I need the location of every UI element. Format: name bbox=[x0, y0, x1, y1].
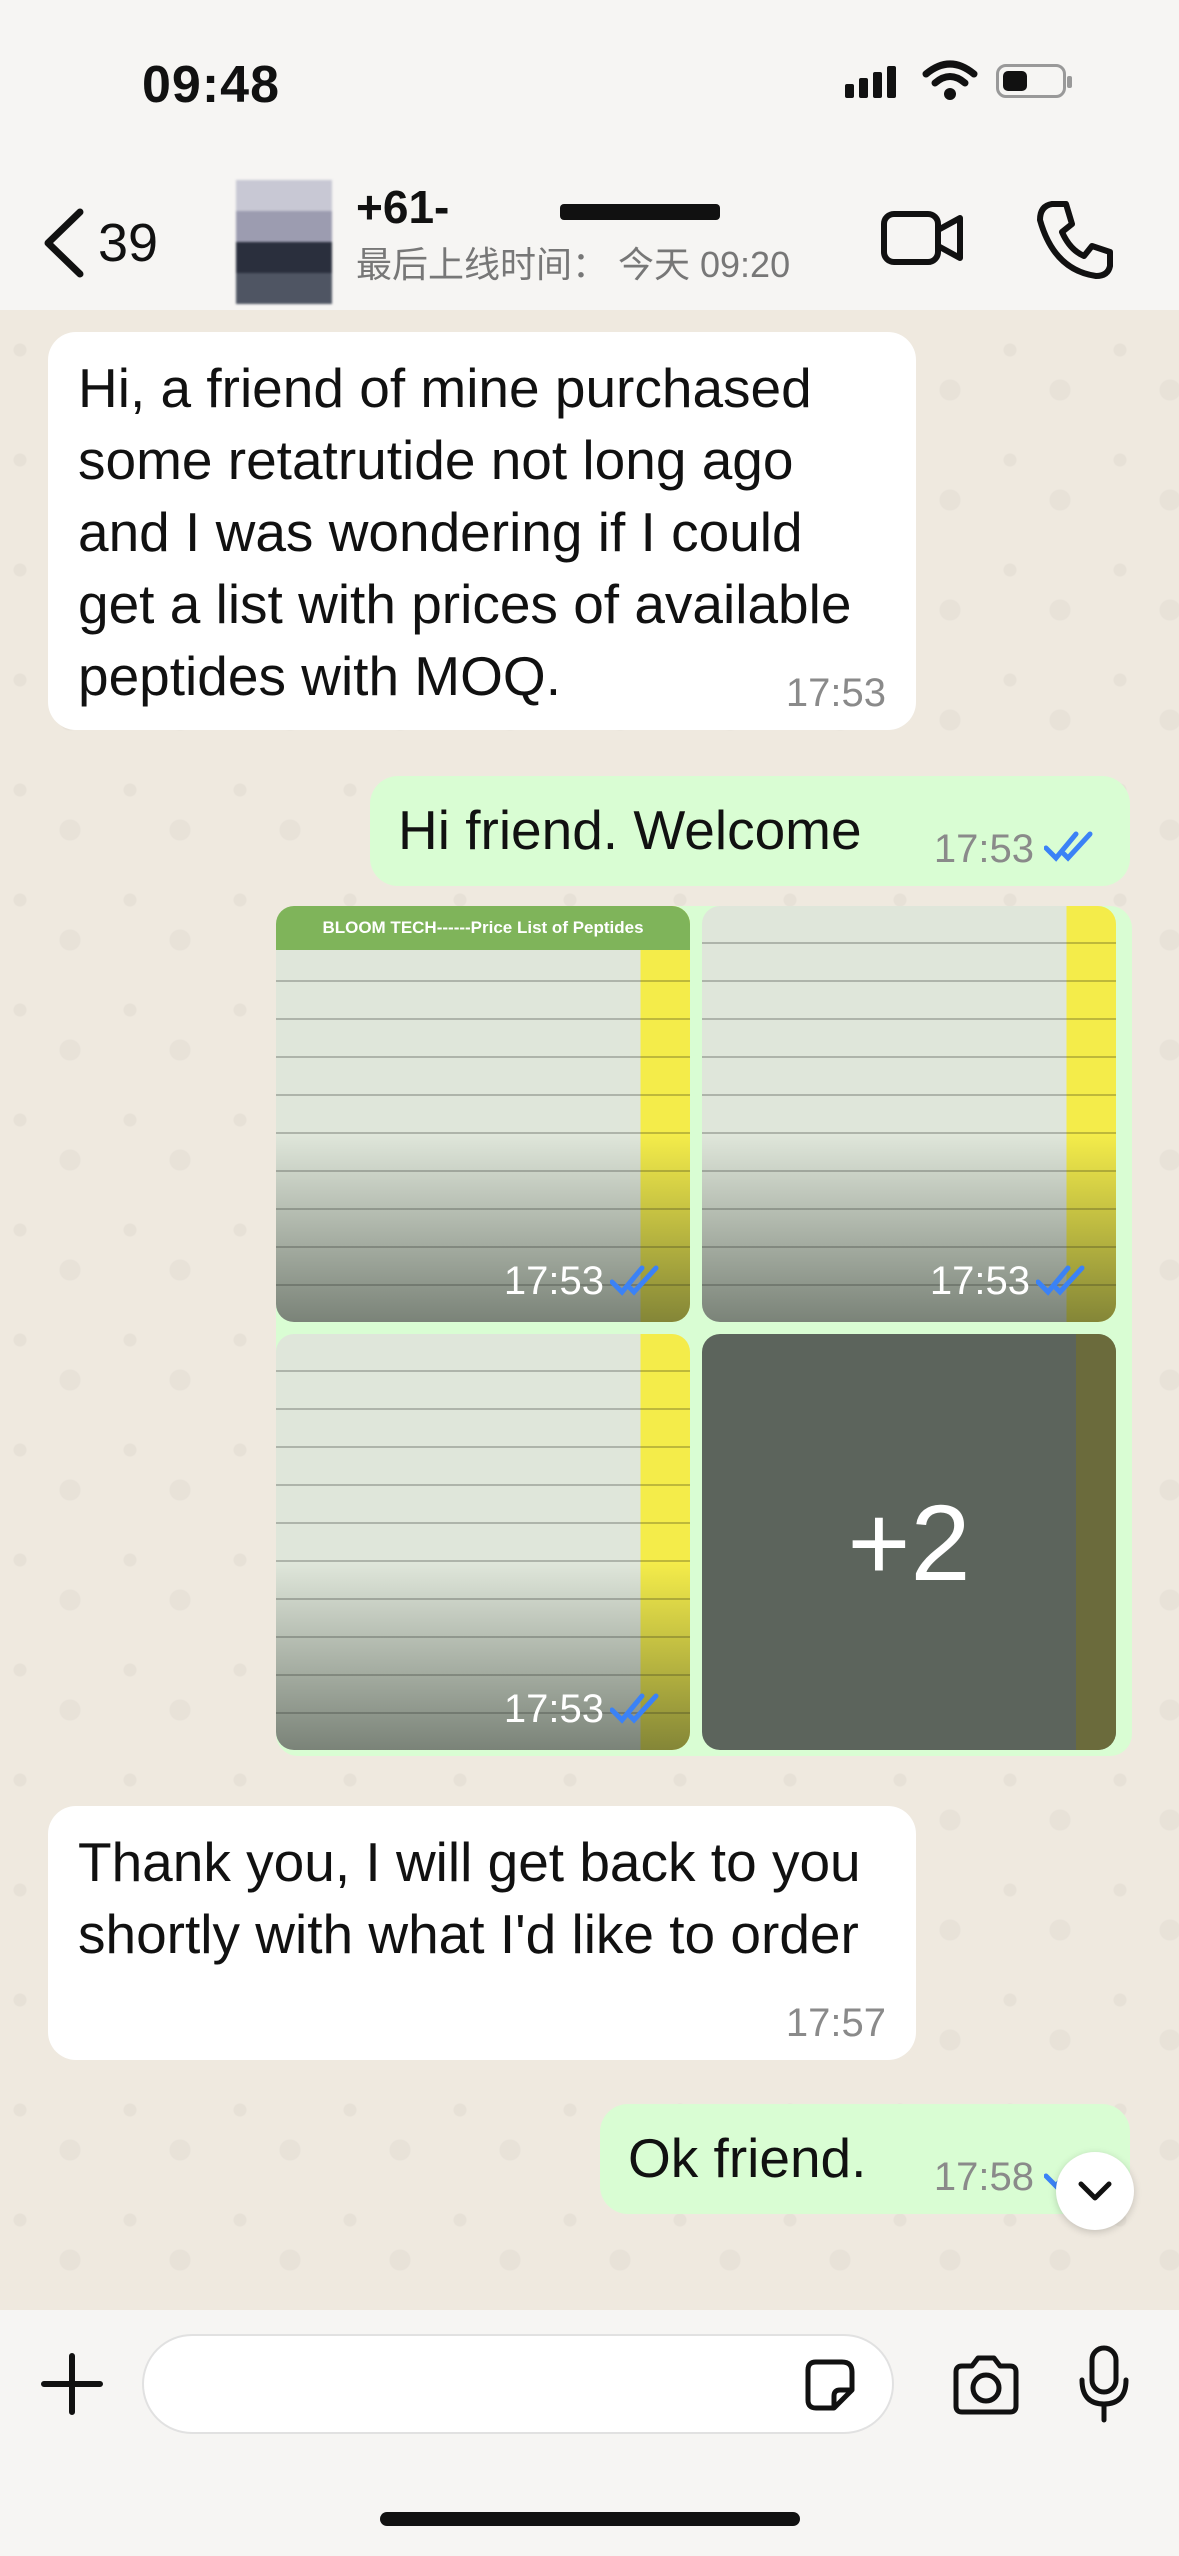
camera-icon[interactable] bbox=[950, 2352, 1022, 2416]
microphone-icon[interactable] bbox=[1074, 2344, 1134, 2424]
plus-icon[interactable] bbox=[40, 2352, 104, 2416]
more-images-tile[interactable]: +2 bbox=[702, 1334, 1116, 1750]
message-text: Hi, a friend of mine purchased some reta… bbox=[78, 357, 852, 707]
chevron-down-icon bbox=[1078, 2181, 1112, 2201]
read-receipt-icon bbox=[1044, 831, 1093, 862]
sticker-icon[interactable] bbox=[800, 2356, 858, 2414]
image-time: 17:53 bbox=[503, 1259, 604, 1303]
status-bar: 09:48 bbox=[0, 0, 1179, 180]
image-tile[interactable]: BLOOM TECH------Price List of Peptides 1… bbox=[276, 906, 690, 1322]
image-time: 17:53 bbox=[929, 1259, 1030, 1303]
redacted-phone bbox=[560, 204, 720, 220]
price-list-image bbox=[276, 1334, 690, 1750]
message-bubble-outgoing[interactable]: Hi friend. Welcome 17:53 bbox=[370, 776, 1130, 886]
status-time: 09:48 bbox=[142, 56, 280, 114]
read-receipt-icon bbox=[610, 1693, 659, 1724]
cellular-signal-icon bbox=[845, 66, 896, 98]
chat-header: 39 +61- 最后上线时间： 今天 09:20 bbox=[0, 180, 1179, 310]
contact-name[interactable]: +61- bbox=[356, 180, 449, 234]
video-camera-icon[interactable] bbox=[880, 196, 964, 280]
unread-count[interactable]: 39 bbox=[98, 212, 158, 274]
message-bubble-outgoing[interactable]: Ok friend. 17:58 bbox=[600, 2104, 1130, 2214]
more-images-count: +2 bbox=[847, 1481, 971, 1603]
message-time: 17:57 bbox=[785, 2001, 886, 2045]
message-input[interactable] bbox=[142, 2334, 894, 2434]
message-time: 17:58 bbox=[933, 2155, 1034, 2199]
price-list-image bbox=[702, 906, 1116, 1322]
home-indicator bbox=[380, 2512, 800, 2526]
scroll-to-bottom-button[interactable] bbox=[1056, 2152, 1134, 2230]
message-bubble-incoming[interactable]: Hi, a friend of mine purchased some reta… bbox=[48, 332, 916, 730]
read-receipt-icon bbox=[610, 1265, 659, 1296]
avatar[interactable] bbox=[236, 180, 332, 304]
message-time: 17:53 bbox=[933, 827, 1034, 871]
image-tile[interactable]: 17:53 bbox=[702, 906, 1116, 1322]
message-bubble-incoming[interactable]: Thank you, I will get back to you shortl… bbox=[48, 1806, 916, 2060]
read-receipt-icon bbox=[1036, 1265, 1085, 1296]
battery-icon bbox=[996, 64, 1072, 98]
image-album: BLOOM TECH------Price List of Peptides 1… bbox=[276, 906, 1132, 1756]
image-caption: BLOOM TECH------Price List of Peptides bbox=[276, 906, 690, 950]
price-list-image: BLOOM TECH------Price List of Peptides bbox=[276, 906, 690, 1322]
image-time: 17:53 bbox=[503, 1687, 604, 1731]
phone-icon[interactable] bbox=[1030, 194, 1120, 284]
last-seen-status: 最后上线时间： 今天 09:20 bbox=[356, 244, 791, 285]
message-time: 17:53 bbox=[785, 671, 886, 715]
message-text: Thank you, I will get back to you shortl… bbox=[78, 1831, 861, 1965]
wifi-icon bbox=[922, 60, 978, 100]
image-tile[interactable]: 17:53 bbox=[276, 1334, 690, 1750]
